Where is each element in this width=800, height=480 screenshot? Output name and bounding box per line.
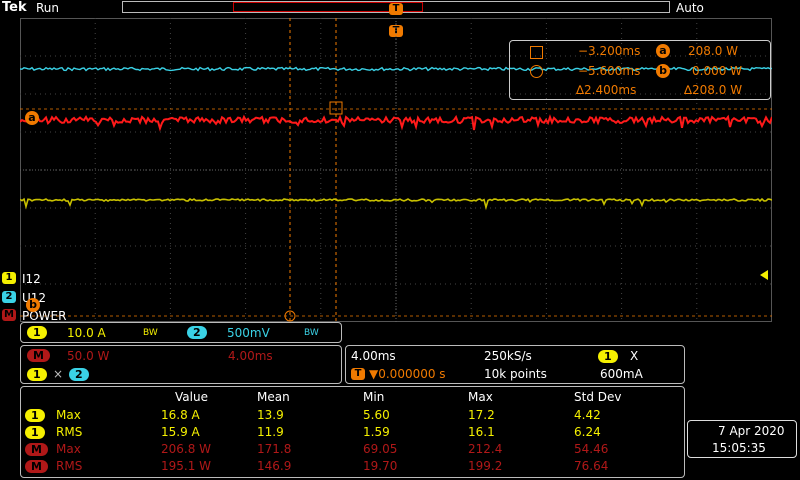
col-header-mean: Mean [257,390,290,404]
table-row[interactable]: 1 Max 16.8 A 13.9 5.60 17.2 4.42 [21,407,681,424]
trigger-level: 600mA [600,367,643,381]
math-scale: 50.0 W [67,349,110,363]
row-mean: 11.9 [257,425,284,439]
math-source1-badge: 1 [27,368,47,381]
cursor-b-value: 0.000 W [692,64,743,78]
timebase-panel[interactable]: 4.00ms 250kS/s 1 Χ T ▼0.000000 s 10k poi… [345,345,685,384]
cursor-b-badge: b [656,64,670,78]
table-row[interactable]: M RMS 195.1 W 146.9 19.70 199.2 76.64 [21,458,681,475]
cursor-a-value: 208.0 W [688,44,739,58]
row-max: 199.2 [468,459,503,473]
row-source-badge: 1 [25,409,45,422]
row-measure-name: RMS [56,425,83,439]
row-value: 15.9 A [161,425,200,439]
row-stddev: 76.64 [574,459,609,473]
row-mean: 13.9 [257,408,284,422]
row-max: 212.4 [468,442,503,456]
run-state: Run [36,1,60,15]
ch2-settings-badge[interactable]: 2 [187,326,207,339]
sample-rate: 250kS/s [484,349,532,363]
col-header-min: Min [363,390,385,404]
col-header-value: Value [175,390,208,404]
cursor-delta-value: ∆208.0 W [684,83,743,97]
math-operator: × [53,367,64,381]
row-measure-name: RMS [56,459,83,473]
row-min: 1.59 [363,425,390,439]
ch1-settings-badge[interactable]: 1 [27,326,47,339]
measurements-panel[interactable]: Value Mean Min Max Std Dev 1 Max 16.8 A … [20,386,685,478]
trigger-level-arrow-icon[interactable] [760,270,768,280]
channel-settings-panel[interactable]: 1 10.0 A BW 2 500mV BW [20,322,342,343]
row-min: 19.70 [363,459,398,473]
trigger-mode: Auto [676,1,704,15]
table-row[interactable]: M Max 206.8 W 171.8 69.05 212.4 54.46 [21,441,681,458]
row-max: 17.2 [468,408,495,422]
ch2-scale: 500mV [227,326,270,340]
ch2-bandwidth-icon: BW [304,328,319,338]
ch1-bandwidth-icon: BW [143,328,158,338]
row-stddev: 6.24 [574,425,601,439]
cursor-a-time: −3.200ms [578,44,641,58]
trigger-position-icon: T [351,368,365,380]
row-mean: 146.9 [257,459,292,473]
row-stddev: 4.42 [574,408,601,422]
table-row[interactable]: 1 RMS 15.9 A 11.9 1.59 16.1 6.24 [21,424,681,441]
math-timebase: 4.00ms [228,349,273,363]
horizontal-scale: 4.00ms [351,349,396,363]
date-display: 7 Apr 2020 [718,424,785,438]
cursor-a-square-icon [530,46,543,59]
row-source-badge: M [25,460,48,473]
cursor-a-level-marker[interactable]: a [25,111,39,125]
ch1-scale: 10.0 A [67,326,106,340]
row-source-badge: M [25,443,48,456]
ch1-ground-marker[interactable]: 1 [2,272,16,284]
trigger-position: ▼0.000000 s [369,367,446,381]
datetime-panel: 7 Apr 2020 15:05:35 [687,420,797,458]
row-source-badge: 1 [25,426,45,439]
cursor-b-time: −5.600ms [578,64,641,78]
cursor-b-level-marker[interactable]: b [26,298,40,312]
math-source2-badge: 2 [69,368,89,381]
row-value: 195.1 W [161,459,212,473]
row-value: 206.8 W [161,442,212,456]
trigger-slope-icon: Χ [630,349,639,363]
row-measure-name: Max [56,408,81,422]
cursor-b-circle-icon [530,65,543,78]
trigger-source-badge[interactable]: 1 [598,350,618,363]
row-value: 16.8 A [161,408,200,422]
cursor-delta-time: ∆2.400ms [576,83,637,97]
row-max: 16.1 [468,425,495,439]
cursor-a-badge: a [656,44,670,58]
ch1-label: I12 [22,272,41,286]
math-ground-marker[interactable]: M [2,309,16,321]
col-header-stddev: Std Dev [574,390,622,404]
row-stddev: 54.46 [574,442,609,456]
row-min: 5.60 [363,408,390,422]
record-length: 10k points [484,367,547,381]
time-display: 15:05:35 [712,441,766,455]
ch2-ground-marker[interactable]: 2 [2,291,16,303]
row-min: 69.05 [363,442,398,456]
brand-logo: Tek [2,0,27,15]
cursor-readout-panel: −3.200ms a 208.0 W −5.600ms b 0.000 W ∆2… [509,40,771,100]
math-settings-panel[interactable]: M 50.0 W 4.00ms 1 × 2 [20,345,342,384]
row-mean: 171.8 [257,442,292,456]
col-header-max: Max [468,390,493,404]
row-measure-name: Max [56,442,81,456]
trigger-position-marker[interactable]: T [389,3,403,15]
math-settings-badge[interactable]: M [27,349,50,362]
